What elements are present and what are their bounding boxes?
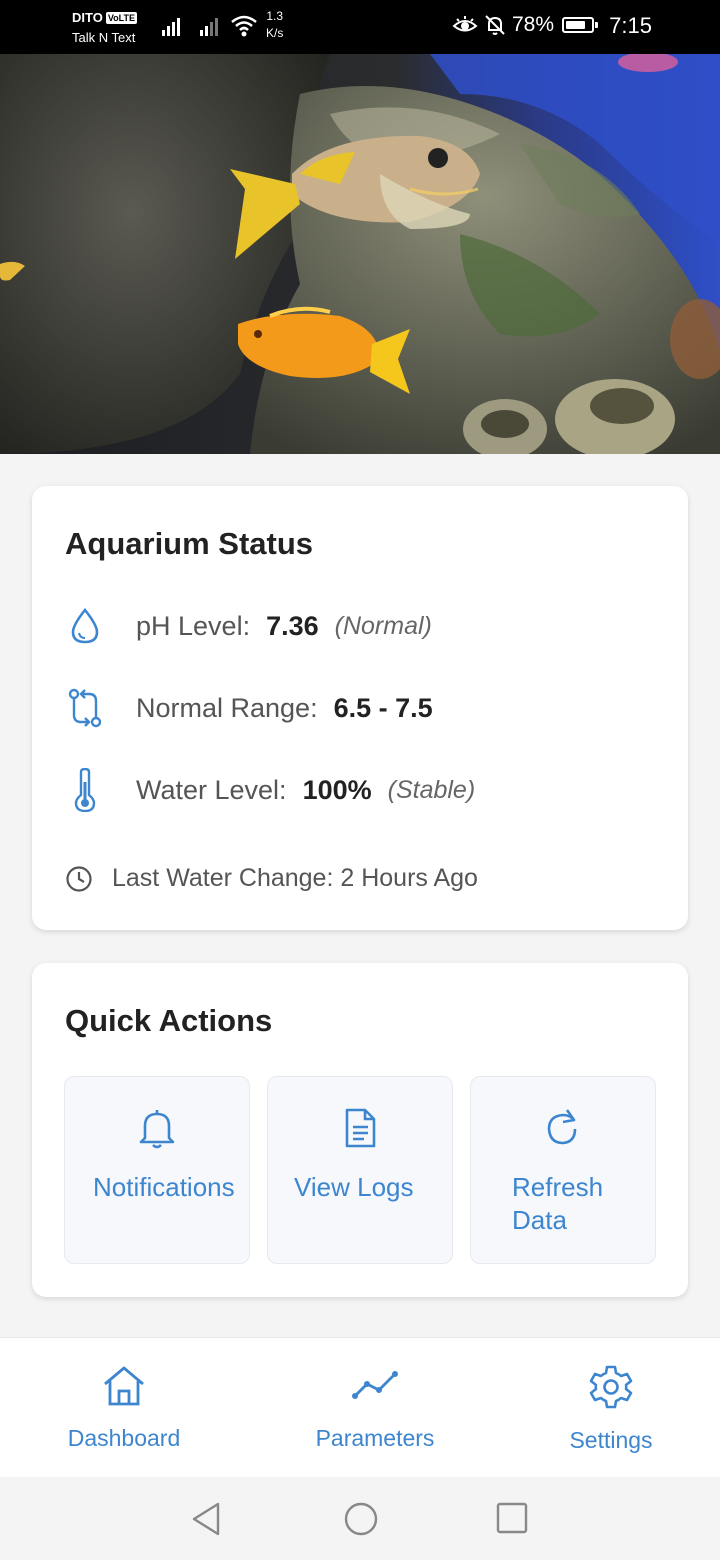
- aquarium-status-card: Aquarium Status pH Level: 7.36 (Normal): [32, 486, 688, 930]
- battery-fill: [566, 21, 585, 29]
- volte-badge: VoLTE: [105, 12, 137, 24]
- view-logs-button[interactable]: View Logs: [267, 1076, 453, 1264]
- last-change-text: Last Water Change: 2 Hours Ago: [112, 864, 478, 892]
- nav-parameters-label: Parameters: [315, 1425, 435, 1451]
- range-value: 6.5 - 7.5: [333, 692, 433, 723]
- view-logs-label: View Logs: [294, 1172, 414, 1202]
- system-navigation-bar: [0, 1477, 720, 1560]
- back-icon[interactable]: [190, 1501, 222, 1537]
- trend-line-icon: [352, 1371, 398, 1399]
- battery-icon: [562, 17, 598, 33]
- normal-range-row: Normal Range: 6.5 - 7.5: [65, 688, 433, 728]
- water-level-row: Water Level: 100% (Stable): [65, 768, 476, 812]
- nav-dashboard-label: Dashboard: [67, 1425, 181, 1451]
- ph-value: 7.36: [266, 610, 319, 641]
- status-bar: DITO VoLTE Talk N Text 1.3 K/s 78% 7:15: [0, 0, 720, 54]
- battery-percent: 78%: [511, 13, 554, 36]
- notifications-label: Notifications: [93, 1172, 235, 1202]
- range-label: Normal Range:: [136, 692, 318, 723]
- clock: 7:15: [609, 13, 652, 38]
- water-level-label: Water Level:: [136, 774, 287, 805]
- nav-parameters[interactable]: Parameters: [313, 1364, 437, 1452]
- water-level-value: 100%: [302, 774, 372, 805]
- notifications-button[interactable]: Notifications: [64, 1076, 250, 1264]
- last-water-change: Last Water Change: 2 Hours Ago: [65, 864, 478, 893]
- nav-dashboard[interactable]: Dashboard: [66, 1364, 182, 1452]
- quick-actions-card: Quick Actions Notifications View Logs Re…: [32, 963, 688, 1297]
- status-card-title: Aquarium Status: [65, 526, 314, 561]
- refresh-icon: [471, 1107, 655, 1149]
- home-icon: [104, 1366, 144, 1406]
- network-speed: 1.3 K/s: [266, 8, 283, 42]
- carrier-sub: Talk N Text: [72, 30, 136, 45]
- aquarium-hero-image: [0, 54, 720, 454]
- recents-icon[interactable]: [496, 1501, 528, 1535]
- signal-icon-2: [200, 18, 218, 36]
- thermometer-icon: [65, 768, 105, 812]
- bell-icon: [65, 1107, 249, 1149]
- range-arrows-icon: [65, 688, 105, 728]
- net-speed-unit: K/s: [266, 26, 284, 40]
- status-right: 78%: [452, 13, 598, 37]
- nav-settings[interactable]: Settings: [567, 1364, 655, 1454]
- eye-comfort-icon: [452, 16, 478, 32]
- mute-bell-icon: [485, 15, 505, 35]
- carrier-name: DITO: [72, 10, 103, 25]
- ph-level-row: pH Level: 7.36 (Normal): [65, 606, 432, 646]
- nav-settings-label: Settings: [569, 1427, 653, 1453]
- water-level-note: (Stable): [387, 775, 476, 804]
- app-screen: DITO VoLTE Talk N Text 1.3 K/s 78% 7:15 …: [0, 0, 720, 1560]
- signal-icon: [162, 18, 180, 36]
- net-speed-value: 1.3: [266, 9, 284, 23]
- carrier-info: DITO VoLTE Talk N Text: [72, 8, 137, 48]
- refresh-data-label: Refresh Data: [512, 1172, 604, 1235]
- document-icon: [268, 1107, 452, 1149]
- gear-icon: [589, 1365, 633, 1409]
- refresh-data-button[interactable]: Refresh Data: [470, 1076, 656, 1264]
- bottom-navigation: Dashboard Parameters Settings: [0, 1337, 720, 1477]
- quick-actions-title: Quick Actions: [65, 1003, 273, 1038]
- ph-label: pH Level:: [136, 610, 251, 641]
- clock-icon: [66, 865, 92, 892]
- ph-note: (Normal): [334, 611, 432, 640]
- wifi-icon: [231, 15, 257, 37]
- home-circle-icon[interactable]: [343, 1501, 379, 1537]
- water-drop-icon: [65, 606, 105, 646]
